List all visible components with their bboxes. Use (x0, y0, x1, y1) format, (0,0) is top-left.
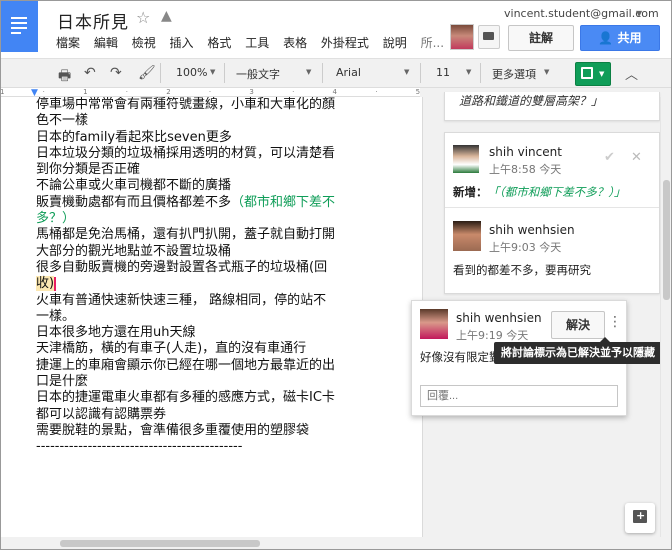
doc-line: 日本很多地方還在用uh天線 (36, 325, 196, 341)
toolbar: 🖶 ↶ ↷ 🖌 100% ▼ 一般文字 ▼ Arial ▼ 11 ▼ 更多選項 … (0, 59, 672, 88)
doc-line: 天津橋筋，橫的有車子(人走)，直的沒有車通行 (36, 341, 307, 357)
paint-format-icon[interactable]: 🖌 (138, 65, 156, 81)
collaborator-avatar[interactable] (450, 24, 474, 50)
menu-format[interactable]: 格式 (207, 36, 231, 50)
doc-line-text: 販賣機動處都有而且價格都差不多 (36, 194, 232, 210)
avatar (453, 221, 481, 251)
comment-author: shih wenhsien (489, 223, 575, 237)
chevron-down-icon: ▼ (210, 68, 216, 76)
share-button[interactable]: 👤 共用 (580, 25, 660, 51)
vertical-scroll-thumb[interactable] (663, 180, 670, 300)
doc-line: 販賣機動處都有而且價格都差不多（都市和鄉下差不多？） (36, 195, 336, 228)
accept-check-icon[interactable]: ✔ (604, 150, 615, 165)
menu-bar: 檔案 編輯 檢視 插入 格式 工具 表格 外掛程式 說明 所... (56, 34, 454, 50)
commented-text[interactable]: 收) (36, 276, 55, 292)
comment-author: shih wenhsien (456, 311, 542, 325)
chevron-down-icon: ▼ (404, 68, 410, 76)
comment-time: 上午9:03 今天 (489, 241, 562, 254)
zoom-select[interactable]: 100% (176, 66, 207, 79)
undo-icon[interactable]: ↶ (84, 65, 96, 81)
font-select[interactable]: Arial (336, 66, 361, 79)
document-body[interactable]: 停車場中常常會有兩種符號畫線，小車和大車化的顏色不一樣 日本的family看起來… (36, 97, 336, 456)
horizontal-scroll-thumb[interactable] (60, 540, 260, 547)
explore-button[interactable]: + (625, 503, 655, 533)
font-size-select[interactable]: 11 (436, 66, 450, 79)
chevron-down-icon: ▼ (544, 68, 550, 76)
doc-line: 大部分的觀光地點並不設置垃圾桶 (36, 243, 232, 259)
doc-line: 停車場中常常會有兩種符號畫線，小車和大車化的顏色不一樣 (36, 97, 336, 129)
pencil-icon (581, 67, 593, 79)
docs-home-icon[interactable] (0, 0, 38, 52)
document-title[interactable]: 日本所見 (57, 8, 129, 33)
divider (445, 207, 659, 208)
menu-view[interactable]: 檢視 (132, 36, 156, 50)
doc-line: 捷運上的車廂會顯示你已經在哪一個地方最靠近的出口是什麼 (36, 357, 336, 390)
suggestion-insert: 「（都市和鄉下差不多？）」 (487, 185, 626, 199)
reject-close-icon[interactable]: ✕ (631, 150, 642, 165)
menu-last-edit[interactable]: 所... (421, 36, 444, 50)
doc-line: 日本垃圾分類的垃圾桶採用透明的材質，可以清楚看到你分類是否正確 (36, 145, 336, 178)
doc-line: ----------------------------------------… (36, 439, 243, 455)
menu-table[interactable]: 表格 (283, 36, 307, 50)
share-people-icon: 👤 (598, 31, 618, 45)
doc-line: 馬桶都是免治馬桶，還有扒門扒開，蓋子就自動打開 (36, 227, 336, 243)
share-label: 共用 (617, 31, 642, 45)
comment-text: 好像沒有限定對 (420, 350, 501, 364)
menu-edit[interactable]: 編輯 (94, 36, 118, 50)
plus-icon: + (636, 509, 646, 522)
resolve-button[interactable]: 解決 (551, 311, 605, 339)
redo-icon[interactable]: ↷ (110, 65, 122, 81)
reply-input[interactable] (420, 385, 618, 407)
comment-card-previous[interactable]: 道路和鐵道的雙層高架？」 (444, 92, 660, 121)
collapse-menu-icon[interactable]: ︿ (625, 64, 638, 83)
menu-help[interactable]: 說明 (383, 36, 407, 50)
doc-line: 日本的捷運電車火車都有多種的感應方式，磁卡IC卡都可以認識有認購票券 (36, 390, 335, 422)
comment-text: 道路和鐵道的雙層高架？」 (459, 94, 604, 108)
avatar (420, 309, 448, 339)
more-options-button[interactable]: 更多選項 (492, 66, 536, 82)
doc-line: 收) (36, 276, 336, 292)
drive-folder-icon[interactable]: ▲ (161, 8, 172, 24)
menu-addons[interactable]: 外掛程式 (321, 36, 369, 50)
comments-button[interactable]: 註解 (508, 25, 574, 51)
editing-mode-button[interactable]: ▼ (575, 62, 611, 86)
doc-line: 需要脫鞋的景點，會準備很多重覆使用的塑膠袋 (36, 422, 310, 438)
vertical-scrollbar[interactable] (660, 97, 672, 537)
comment-time: 上午8:58 今天 (489, 163, 562, 176)
chevron-down-icon: ▼ (599, 70, 605, 78)
chevron-down-icon: ▼ (306, 68, 312, 76)
comment-text: 看到的都差不多，要再研究 (453, 263, 591, 277)
chevron-down-icon[interactable]: ▼ (636, 9, 642, 18)
suggestion-text: 新增：「（都市和鄉下差不多？）」 (453, 184, 626, 200)
print-icon[interactable]: 🖶 (58, 65, 71, 89)
menu-file[interactable]: 檔案 (56, 36, 80, 50)
doc-line: 日本的family看起來比seven更多 (36, 129, 232, 145)
doc-line: 不論公車或火車司機都不斷的廣播 (36, 178, 232, 194)
comment-author: shih vincent (489, 145, 562, 159)
suggestion-label: 新增： (453, 185, 488, 199)
avatar (453, 145, 479, 173)
more-vert-icon[interactable]: ⋮ (608, 314, 622, 330)
resolve-tooltip: 將討論標示為已解決並予以隱藏 (494, 342, 662, 364)
suggestion-thread[interactable]: shih vincent 上午8:58 今天 新增：「（都市和鄉下差不多？）」 … (444, 132, 660, 294)
chevron-down-icon: ▼ (466, 68, 472, 76)
ruler-ticks: 1 · 1 · 2 · 3 · 4 · 5 · 6 · 7 · 8 · 9 (0, 88, 420, 96)
menu-tools[interactable]: 工具 (245, 36, 269, 50)
chat-icon[interactable] (478, 25, 500, 49)
comment-time: 上午9:19 今天 (456, 329, 529, 342)
style-select[interactable]: 一般文字 (236, 66, 280, 82)
collaborator-cursor (54, 276, 57, 291)
document-page[interactable]: 停車場中常常會有兩種符號畫線，小車和大車化的顏色不一樣 日本的family看起來… (0, 97, 423, 537)
doc-line: 火車有普通快速新快速三種， 路線相同，停的站不一樣。 (36, 292, 327, 324)
star-icon[interactable]: ☆ (136, 8, 150, 27)
menu-insert[interactable]: 插入 (170, 36, 194, 50)
doc-line: 很多自動販賣機的旁邊對設置各式瓶子的垃圾桶(回 (36, 259, 328, 275)
